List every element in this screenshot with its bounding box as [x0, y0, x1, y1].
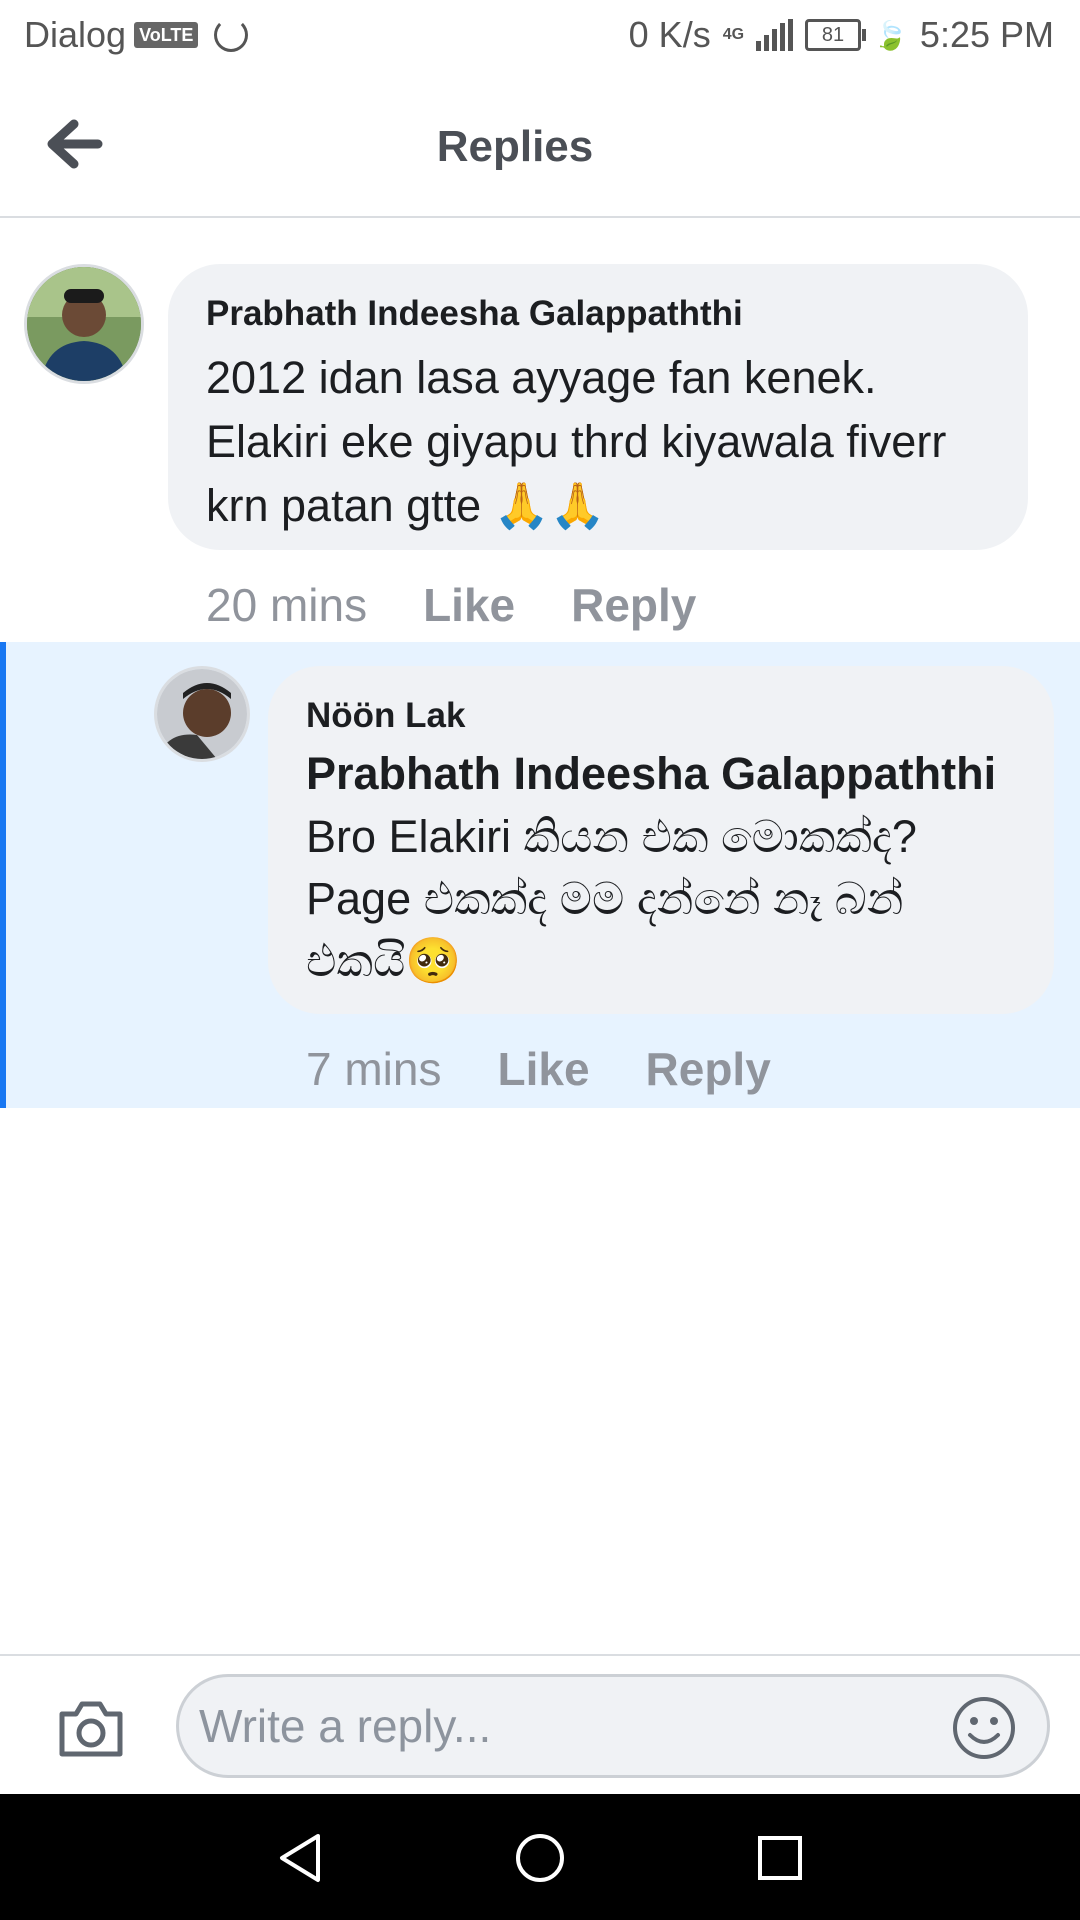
comment-author[interactable]: Prabhath Indeesha Galappaththi	[206, 294, 743, 334]
comment-meta: 20 mins Like Reply	[206, 578, 696, 632]
status-bar: Dialog VoLTE 0 K/s 4G 81 🍃 5:25 PM	[0, 0, 1080, 76]
comment-bubble[interactable]: Nöön Lak Prabhath Indeesha Galappaththi …	[268, 666, 1054, 1014]
comment-bubble[interactable]: Prabhath Indeesha Galappaththi 2012 idan…	[168, 264, 1028, 550]
battery-icon: 81	[805, 19, 867, 51]
comment-meta: 7 mins Like Reply	[306, 1042, 771, 1096]
volte-icon: VoLTE	[134, 22, 199, 48]
comment-line: Bro Elakiri කියන එක මොකක්ද?	[306, 811, 917, 862]
reply-button[interactable]: Reply	[646, 1042, 771, 1096]
avatar[interactable]	[24, 264, 144, 384]
mention-tag[interactable]: Prabhath Indeesha Galappaththi	[306, 748, 996, 800]
smiley-icon[interactable]	[951, 1695, 1017, 1761]
nav-back-icon[interactable]	[274, 1832, 326, 1884]
camera-icon[interactable]	[56, 1698, 126, 1760]
comment-line: krn patan gtte 🙏🙏	[206, 480, 606, 531]
sync-icon	[214, 18, 249, 52]
comment-line: 2012 idan lasa ayyage fan kenek.	[206, 352, 877, 403]
power-saving-icon: 🍃	[873, 19, 908, 51]
like-button[interactable]: Like	[423, 578, 515, 632]
nav-home-icon[interactable]	[514, 1832, 566, 1884]
comment-author[interactable]: Nöön Lak	[306, 696, 465, 736]
comment-time: 20 mins	[206, 579, 368, 631]
comment-line: එකයි🥺	[306, 935, 462, 986]
carrier-name: Dialog	[24, 14, 127, 55]
comment-line: Page එකක්ද මම දන්නේ නෑ බන්	[306, 873, 904, 924]
app-header: Replies	[0, 76, 1080, 218]
comment-text: Bro Elakiri කියන එක මොකක්ද? Page එකක්ද ම…	[306, 806, 917, 992]
clock: 5:25 PM	[919, 14, 1054, 55]
like-button[interactable]: Like	[497, 1042, 589, 1096]
system-nav-bar	[0, 1794, 1080, 1920]
reply-input[interactable]: Write a reply...	[176, 1674, 1050, 1778]
status-right: 0 K/s 4G 81 🍃 5:25 PM	[629, 14, 1054, 56]
page-title: Replies	[436, 122, 594, 171]
nav-recents-icon[interactable]	[754, 1832, 806, 1884]
highlight-indicator	[0, 642, 6, 1108]
reply-composer: Write a reply...	[0, 1654, 1080, 1796]
signal-icon	[756, 19, 794, 51]
comment-time: 7 mins	[306, 1043, 442, 1095]
comment-line: Elakiri eke giyapu thrd kiyawala fiverr	[206, 416, 947, 467]
reply-placeholder: Write a reply...	[199, 1700, 492, 1752]
comment-text: 2012 idan lasa ayyage fan kenek. Elakiri…	[206, 346, 946, 538]
network-type: 4G	[722, 26, 745, 43]
status-left: Dialog VoLTE	[24, 14, 249, 56]
reply-button[interactable]: Reply	[571, 578, 696, 632]
avatar[interactable]	[154, 666, 250, 762]
network-speed: 0 K/s	[628, 14, 711, 55]
